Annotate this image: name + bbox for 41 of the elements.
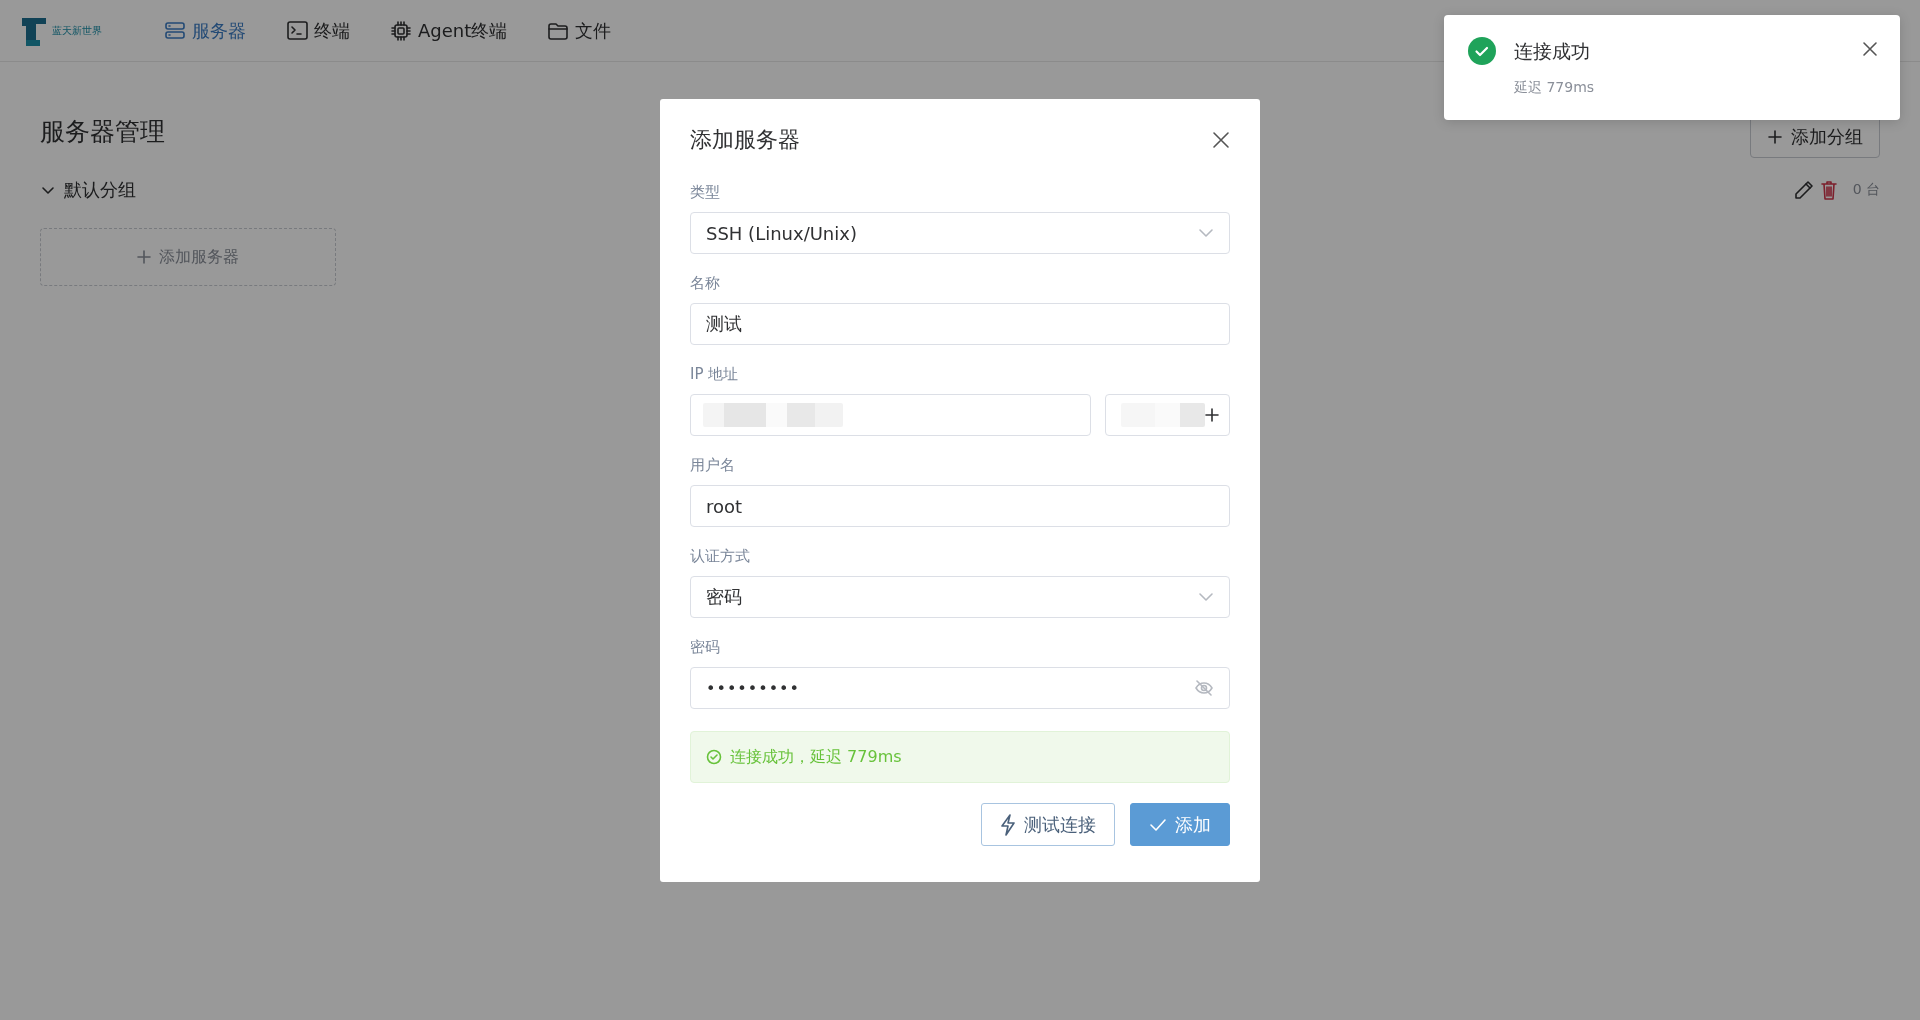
input-field[interactable]: root: [690, 485, 1230, 527]
field-label: 名称: [690, 274, 721, 293]
server-count: 0 台: [1852, 181, 1880, 199]
port-input-field[interactable]: [1105, 394, 1230, 436]
toast-message: 延迟 779ms: [1514, 79, 1596, 97]
input-field[interactable]: 测试: [690, 303, 1230, 345]
plus-icon: [137, 250, 151, 264]
plus-icon: [1767, 129, 1783, 145]
ip-input-field[interactable]: [690, 394, 1091, 436]
select-field[interactable]: 密码: [690, 576, 1230, 618]
select-field[interactable]: SSH (Linux/Unix): [690, 212, 1230, 254]
close-icon[interactable]: [1862, 41, 1878, 57]
lightning-icon: [1000, 813, 1016, 836]
nav-tab[interactable]: 服务器: [164, 18, 246, 43]
field-label: 用户名: [690, 456, 736, 475]
field-label: IP 地址: [690, 365, 740, 384]
alert-text: 连接成功，延迟 779ms: [730, 746, 902, 768]
trash-icon[interactable]: [1818, 179, 1839, 201]
check-circle-icon: [706, 749, 722, 765]
field-label: 认证方式: [690, 547, 751, 566]
nav-tab[interactable]: 文件: [547, 18, 612, 43]
toast-title: 连接成功: [1514, 39, 1591, 64]
chip-icon: [390, 20, 412, 41]
pencil-icon[interactable]: [1792, 179, 1815, 201]
close-icon[interactable]: [1212, 131, 1230, 149]
logo-text: 蓝天新世界: [52, 23, 102, 38]
plus-icon[interactable]: [1205, 408, 1219, 422]
success-icon: [1468, 37, 1496, 65]
terminal-icon: [286, 20, 308, 41]
nav-tab[interactable]: Agent终端: [390, 18, 508, 43]
page-title: 服务器管理: [40, 115, 165, 148]
group-name: 默认分组: [64, 178, 136, 202]
field-label: 类型: [690, 183, 721, 202]
nav-tab[interactable]: 终端: [286, 18, 350, 43]
logo-icon: [20, 15, 48, 46]
dialog-title: 添加服务器: [690, 126, 800, 154]
password-field[interactable]: •••••••••: [690, 667, 1230, 709]
folder-icon: [547, 20, 570, 41]
field-label: 密码: [690, 638, 721, 657]
server-icon: [164, 20, 186, 41]
test-connection-button[interactable]: 测试连接: [981, 803, 1115, 846]
